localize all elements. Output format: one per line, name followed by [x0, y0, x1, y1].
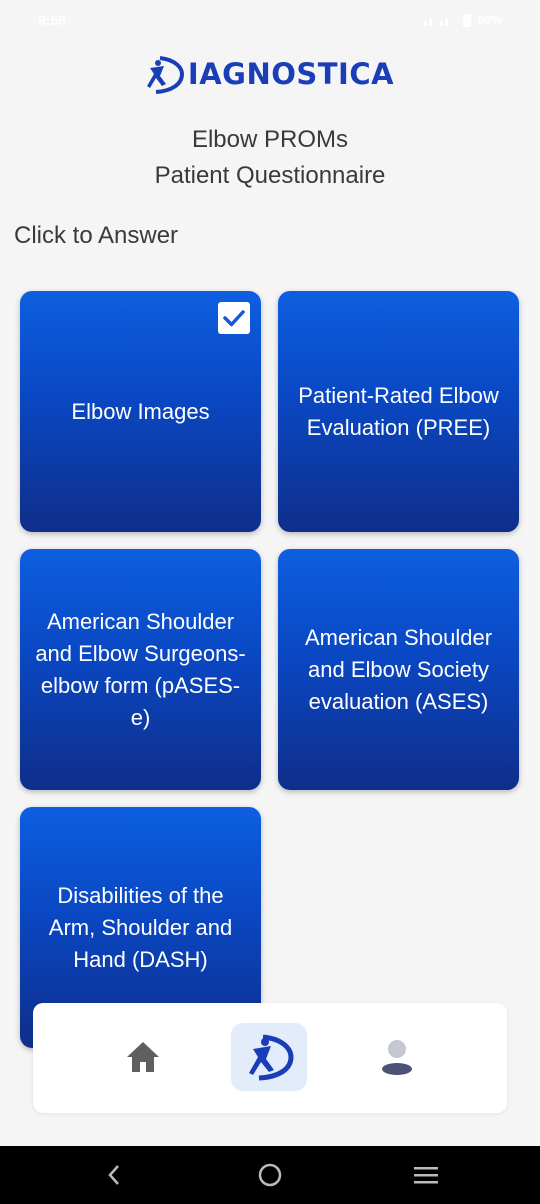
- back-button[interactable]: [94, 1158, 134, 1192]
- nav-home[interactable]: [105, 1023, 181, 1091]
- checkmark-icon: [223, 310, 245, 327]
- card-pree[interactable]: Patient-Rated Elbow Evaluation (PREE): [278, 291, 519, 532]
- battery-icon: [462, 14, 471, 27]
- card-label: American Shoulder and Elbow Surgeons-elb…: [35, 608, 246, 730]
- click-to-answer-label: Click to Answer: [14, 222, 179, 249]
- recents-button[interactable]: [406, 1158, 446, 1192]
- status-bar: 9:56 60%: [0, 0, 540, 40]
- profile-icon: [382, 1040, 412, 1075]
- status-icons: 60%: [422, 12, 502, 28]
- home-icon: [127, 1042, 159, 1072]
- chevron-left-icon: [108, 1165, 119, 1185]
- diagnostica-logo-icon: [249, 1034, 294, 1081]
- card-label: American Shoulder and Elbow Society eval…: [304, 624, 493, 714]
- bottom-nav: [33, 1003, 507, 1113]
- menu-lines-icon: [414, 1167, 438, 1184]
- nav-profile[interactable]: [359, 1023, 435, 1091]
- card-elbow-images[interactable]: Elbow Images: [20, 291, 261, 532]
- card-label: Disabilities of the Arm, Shoulder and Ha…: [48, 882, 233, 972]
- card-ases[interactable]: American Shoulder and Elbow Society eval…: [278, 549, 519, 790]
- card-pases-e[interactable]: American Shoulder and Elbow Surgeons-elb…: [20, 549, 261, 790]
- page-title-line1: Elbow PROMs: [191, 126, 349, 153]
- signal-icon: [423, 18, 448, 26]
- checked-checkbox[interactable]: [218, 302, 250, 334]
- diagnostica-logo-icon: [146, 56, 184, 94]
- battery-level: 60%: [477, 13, 502, 27]
- card-label: Elbow Images: [71, 398, 210, 424]
- home-button[interactable]: [250, 1158, 290, 1192]
- card-label: Patient-Rated Elbow Evaluation (PREE): [298, 382, 499, 440]
- status-time: 9:56: [38, 12, 67, 28]
- brand-name: IAGNOSTICA: [187, 57, 395, 91]
- nav-diagnostica[interactable]: [231, 1023, 307, 1091]
- system-nav-bar: [0, 1146, 540, 1204]
- brand-logo: IAGNOSTICA: [0, 52, 540, 96]
- circle-home-icon: [258, 1163, 282, 1187]
- page-title-line2: Patient Questionnaire: [154, 162, 386, 189]
- page-title: Elbow PROMs Patient Questionnaire: [0, 122, 540, 194]
